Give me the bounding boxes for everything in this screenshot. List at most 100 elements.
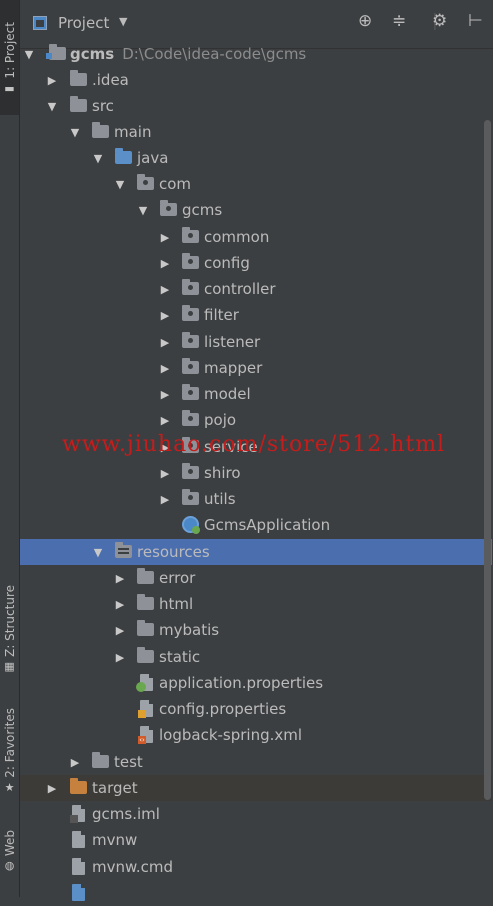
tree-node-pojo[interactable]: ▶ pojo bbox=[20, 407, 492, 433]
tree-node-java[interactable]: ▼ java bbox=[20, 145, 492, 171]
tree-node-static[interactable]: ▶ static bbox=[20, 644, 492, 670]
folder-icon bbox=[92, 752, 109, 768]
tree-node-shiro[interactable]: ▶ shiro bbox=[20, 460, 492, 486]
vertical-scrollbar[interactable] bbox=[484, 120, 491, 800]
tab-favorites[interactable]: 2: Favorites ★ bbox=[0, 708, 19, 803]
tree-node-filter[interactable]: ▶ filter bbox=[20, 302, 492, 328]
globe-icon: ◍ bbox=[4, 859, 15, 873]
expand-arrow-icon[interactable]: ▶ bbox=[159, 441, 171, 454]
expand-arrow-icon[interactable]: ▶ bbox=[159, 257, 171, 270]
gear-icon[interactable]: ⚙ bbox=[432, 13, 447, 30]
spring-boot-class-icon bbox=[182, 516, 200, 534]
tree-node-listener[interactable]: ▶ listener bbox=[20, 329, 492, 355]
expand-arrow-icon[interactable]: ▶ bbox=[114, 651, 126, 664]
tree-node-error[interactable]: ▶ error bbox=[20, 565, 492, 591]
tree-node-gcms-iml[interactable]: gcms.iml bbox=[20, 801, 492, 827]
collapse-arrow-icon[interactable]: ▼ bbox=[114, 178, 126, 191]
tree-node-mvnw[interactable]: mvnw bbox=[20, 827, 492, 853]
locate-icon[interactable]: ⊕ bbox=[358, 13, 372, 30]
tree-node-mybatis[interactable]: ▶ mybatis bbox=[20, 617, 492, 643]
folder-icon bbox=[137, 594, 154, 610]
expand-arrow-icon[interactable]: ▶ bbox=[159, 467, 171, 480]
expand-arrow-icon[interactable]: ▶ bbox=[114, 624, 126, 637]
tab-structure[interactable]: Z: Structure ▦ bbox=[0, 585, 19, 685]
tree-node-idea[interactable]: ▶ .idea bbox=[20, 67, 492, 93]
tree-node-html[interactable]: ▶ html bbox=[20, 591, 492, 617]
root-path: D:\Code\idea-code\gcms bbox=[122, 45, 307, 63]
tree-node-config-properties[interactable]: config.properties bbox=[20, 696, 492, 722]
tree-node-com[interactable]: ▼ com bbox=[20, 171, 492, 197]
tab-web-label: Web bbox=[2, 830, 17, 857]
tree-node-label: html bbox=[159, 595, 194, 613]
star-icon: ★ bbox=[4, 780, 15, 794]
tree-node-config[interactable]: ▶ config bbox=[20, 250, 492, 276]
tree-node-partial[interactable] bbox=[20, 880, 492, 906]
expand-arrow-icon[interactable]: ▶ bbox=[159, 336, 171, 349]
tab-favorites-label: 2: Favorites bbox=[2, 708, 17, 778]
tree-node-mvnw-cmd[interactable]: mvnw.cmd bbox=[20, 854, 492, 880]
tree-node-src[interactable]: ▼ src bbox=[20, 93, 492, 119]
expand-arrow-icon[interactable]: ▶ bbox=[159, 231, 171, 244]
tree-node-resources[interactable]: ▼ resources bbox=[20, 539, 492, 565]
expand-arrow-icon[interactable]: ▶ bbox=[159, 309, 171, 322]
tree-node-common[interactable]: ▶ common bbox=[20, 224, 492, 250]
tree-node-controller[interactable]: ▶ controller bbox=[20, 276, 492, 302]
tree-node-label: common bbox=[204, 228, 270, 246]
expand-arrow-icon[interactable]: ▼ bbox=[23, 48, 35, 61]
collapse-arrow-icon[interactable]: ▼ bbox=[137, 204, 149, 217]
tree-node-label: filter bbox=[204, 306, 239, 324]
package-icon bbox=[182, 384, 199, 400]
tree-node-utils[interactable]: ▶ utils bbox=[20, 486, 492, 512]
tab-web[interactable]: Web ◍ bbox=[0, 830, 19, 880]
collapse-arrow-icon[interactable]: ▼ bbox=[69, 126, 81, 139]
expand-arrow-icon[interactable]: ▶ bbox=[159, 493, 171, 506]
collapse-all-icon[interactable]: ≑ bbox=[392, 13, 406, 30]
tree-node-label: gcms bbox=[182, 201, 223, 219]
tree-node-label: target bbox=[92, 779, 138, 797]
expand-arrow-icon[interactable]: ▶ bbox=[69, 756, 81, 769]
folder-icon bbox=[92, 122, 109, 138]
collapse-arrow-icon[interactable]: ▼ bbox=[92, 546, 104, 559]
tree-node-label: resources bbox=[137, 543, 210, 561]
tree-node-label: config bbox=[204, 254, 250, 272]
tree-node-label: mapper bbox=[204, 359, 263, 377]
project-view-icon bbox=[33, 16, 47, 30]
tree-node-root[interactable]: ▼ gcms D:\Code\idea-code\gcms bbox=[20, 41, 492, 67]
expand-arrow-icon[interactable]: ▶ bbox=[114, 598, 126, 611]
package-icon bbox=[182, 463, 199, 479]
dropdown-caret-icon[interactable]: ▼ bbox=[119, 15, 127, 28]
excluded-folder-icon bbox=[70, 778, 87, 794]
xml-file-icon: ‹› bbox=[138, 726, 153, 744]
expand-arrow-icon[interactable]: ▶ bbox=[159, 362, 171, 375]
expand-arrow-icon[interactable]: ▶ bbox=[159, 283, 171, 296]
expand-arrow-icon[interactable]: ▶ bbox=[46, 782, 58, 795]
tree-node-label: mybatis bbox=[159, 621, 220, 639]
folder-icon bbox=[70, 96, 87, 112]
expand-arrow-icon[interactable]: ▶ bbox=[46, 74, 58, 87]
tree-node-logback-spring-xml[interactable]: ‹› logback-spring.xml bbox=[20, 722, 492, 748]
expand-arrow-icon[interactable]: ▶ bbox=[114, 572, 126, 585]
collapse-arrow-icon[interactable]: ▼ bbox=[92, 152, 104, 165]
root-name: gcms bbox=[70, 45, 115, 63]
tree-node-mapper[interactable]: ▶ mapper bbox=[20, 355, 492, 381]
panel-title[interactable]: Project bbox=[58, 14, 109, 32]
tree-node-main[interactable]: ▼ main bbox=[20, 119, 492, 145]
tree-node-application-properties[interactable]: application.properties bbox=[20, 670, 492, 696]
tree-node-service[interactable]: ▶ service bbox=[20, 434, 492, 460]
tree-node-model[interactable]: ▶ model bbox=[20, 381, 492, 407]
folder-icon bbox=[70, 70, 87, 86]
package-icon bbox=[137, 174, 154, 190]
tab-project[interactable]: 1: Project ▬ bbox=[0, 0, 19, 115]
tree-node-gcms[interactable]: ▼ gcms bbox=[20, 197, 492, 223]
tree-node-label: shiro bbox=[204, 464, 241, 482]
package-icon bbox=[182, 489, 199, 505]
collapse-arrow-icon[interactable]: ▼ bbox=[46, 100, 58, 113]
tree-node-label: pojo bbox=[204, 411, 237, 429]
package-icon bbox=[182, 332, 199, 348]
tree-node-gcmsapplication[interactable]: GcmsApplication bbox=[20, 512, 492, 538]
tree-node-target[interactable]: ▶ target bbox=[20, 775, 492, 801]
hide-icon[interactable]: ⊢ bbox=[468, 13, 483, 30]
tree-node-test[interactable]: ▶ test bbox=[20, 749, 492, 775]
expand-arrow-icon[interactable]: ▶ bbox=[159, 388, 171, 401]
expand-arrow-icon[interactable]: ▶ bbox=[159, 414, 171, 427]
